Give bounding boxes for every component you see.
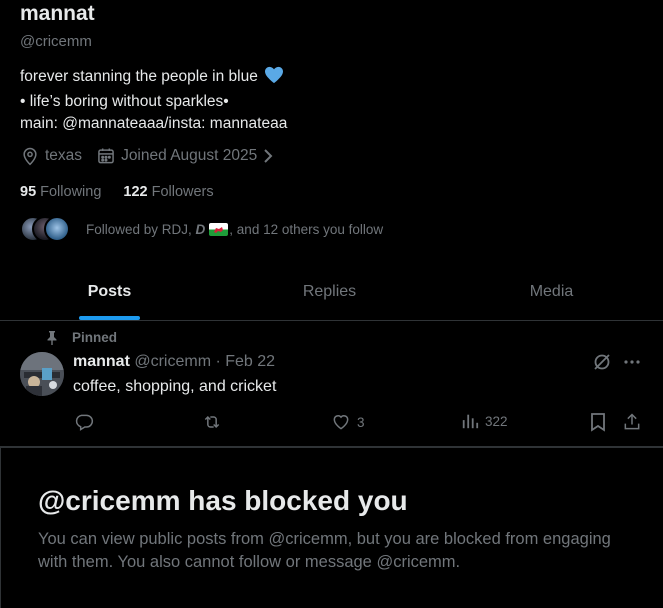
wales-flag-icon xyxy=(209,222,229,236)
avatar[interactable] xyxy=(20,352,64,396)
bio-line-1: forever stanning the people in blue xyxy=(20,66,287,91)
post-actions: 3 322 xyxy=(0,412,663,434)
following-link[interactable]: 95 Following xyxy=(20,184,123,200)
reply-button[interactable] xyxy=(74,412,94,432)
tab-replies-label: Replies xyxy=(302,282,357,300)
bio-line-2: • life’s boring without sparkles• xyxy=(20,93,229,110)
share-button[interactable] xyxy=(622,412,642,432)
repost-icon xyxy=(204,415,220,429)
chevron-right-icon xyxy=(261,147,275,165)
bookmark-icon xyxy=(591,413,605,432)
reply-icon xyxy=(75,414,94,431)
joined-text: Joined August 2025 xyxy=(121,147,258,164)
pin-icon xyxy=(47,330,57,345)
post-author-handle-date[interactable]: @cricemm · Feb 22 xyxy=(134,353,275,370)
profile-tabs: Posts Replies Media xyxy=(0,263,663,321)
like-count: 3 xyxy=(357,414,365,430)
blocked-notice: @cricemm has blocked you You can view pu… xyxy=(0,447,663,608)
profile-handle: @cricemm xyxy=(20,33,92,50)
avatar xyxy=(44,216,70,242)
tab-media[interactable]: Media xyxy=(440,263,663,320)
post-author-name[interactable]: mannat xyxy=(73,353,130,370)
repost-button[interactable] xyxy=(202,412,222,432)
followed-by-prefix: Followed by RDJ, xyxy=(86,221,196,237)
followed-by-name: D xyxy=(195,221,206,237)
location-text: texas xyxy=(45,147,83,164)
profile-bio: forever stanning the people in blue • li… xyxy=(20,66,287,135)
profile-name: mannat xyxy=(20,2,95,25)
following-label: Following xyxy=(40,184,102,200)
followers-link[interactable]: 122 Followers xyxy=(123,184,235,200)
bio-line-1-text: forever stanning the people in blue xyxy=(20,68,258,85)
views-icon xyxy=(462,414,479,429)
share-icon xyxy=(624,413,640,430)
tab-media-label: Media xyxy=(529,282,574,300)
joined-item[interactable]: Joined August 2025 xyxy=(96,146,275,166)
followers-count: 122 xyxy=(123,184,148,200)
pinned-post[interactable]: Pinned mannat @cricemm · Feb 22 coffee, … xyxy=(0,321,663,447)
profile-meta: texas Joined August 2025 xyxy=(20,146,289,166)
location-item: texas xyxy=(20,146,82,166)
more-icon[interactable] xyxy=(622,352,642,372)
blue-heart-icon xyxy=(264,66,284,91)
followers-label: Followers xyxy=(151,184,214,200)
pinned-indicator: Pinned xyxy=(46,330,117,345)
followed-by[interactable]: Followed by RDJ, D , and 12 others you fo… xyxy=(20,216,383,242)
following-count: 95 xyxy=(20,184,37,200)
like-button[interactable]: 3 xyxy=(331,412,365,432)
tab-posts[interactable]: Posts xyxy=(0,263,219,320)
views-count: 322 xyxy=(485,413,508,429)
blocked-title: @cricemm has blocked you xyxy=(38,485,408,516)
tab-posts-label: Posts xyxy=(87,282,132,300)
post-header: mannat @cricemm · Feb 22 xyxy=(73,353,275,371)
follow-stats: 95 Following 122 Followers xyxy=(20,184,236,200)
bookmark-button[interactable] xyxy=(589,412,607,432)
post-text: coffee, shopping, and cricket xyxy=(73,378,277,395)
followed-by-suffix: , and 12 others you follow xyxy=(229,221,384,237)
pinned-label: Pinned xyxy=(72,330,118,345)
location-icon xyxy=(20,146,40,166)
tab-replies[interactable]: Replies xyxy=(219,263,440,320)
like-icon xyxy=(333,415,349,430)
blocked-description: You can view public posts from @cricemm,… xyxy=(38,530,611,571)
grok-icon[interactable] xyxy=(592,352,612,372)
calendar-icon xyxy=(96,146,116,166)
followed-by-avatars xyxy=(20,216,74,242)
bio-line-3[interactable]: main: @mannateaaa/insta: mannateaa xyxy=(20,113,287,135)
views-button[interactable]: 322 xyxy=(461,412,508,430)
followed-by-text: Followed by RDJ, D , and 12 others you fo… xyxy=(86,222,383,237)
tab-active-indicator xyxy=(79,316,140,320)
